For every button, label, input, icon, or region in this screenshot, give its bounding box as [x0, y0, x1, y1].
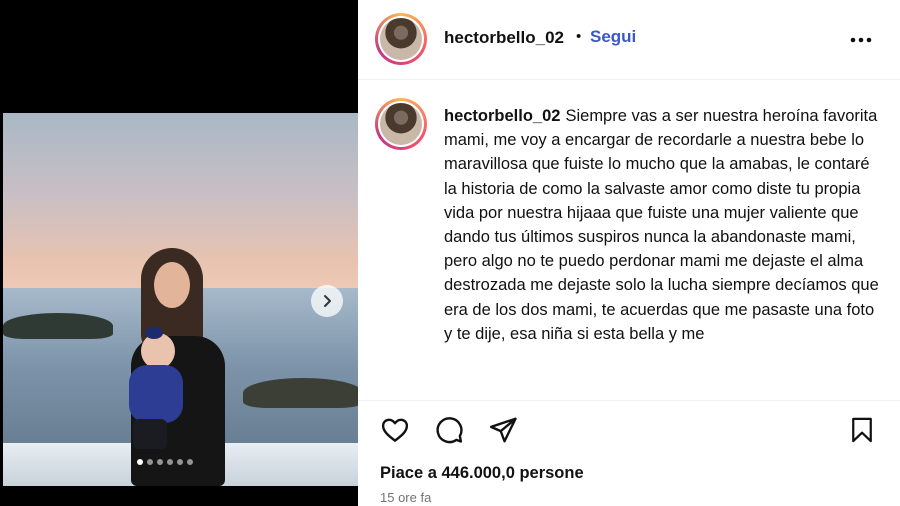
caption-avatar-ring-inner — [378, 101, 424, 147]
header-separator: • — [576, 28, 582, 45]
share-button[interactable] — [486, 413, 520, 447]
carousel-dot — [177, 459, 183, 465]
carousel-dot — [167, 459, 173, 465]
more-options-button[interactable] — [848, 28, 874, 52]
follow-button[interactable]: Segui — [590, 27, 636, 47]
avatar[interactable] — [375, 13, 427, 65]
carousel-dots — [137, 459, 193, 465]
caption-avatar[interactable] — [375, 98, 427, 150]
carousel-dot — [157, 459, 163, 465]
photo-rocks-left — [3, 313, 113, 339]
post-photo[interactable] — [3, 113, 358, 486]
photo-rocks-right — [243, 378, 358, 408]
caption-username[interactable]: hectorbello_02 — [444, 107, 560, 125]
caption-text: Siempre vas a ser nuestra heroína favori… — [444, 107, 879, 343]
bookmark-icon — [852, 417, 872, 443]
heart-icon — [381, 418, 409, 442]
carousel-dot — [147, 459, 153, 465]
like-button[interactable] — [378, 413, 412, 447]
avatar-ring-inner — [378, 16, 424, 62]
chevron-right-icon — [324, 295, 331, 307]
photo-baby-legs — [133, 419, 167, 449]
photo-baby — [123, 327, 183, 449]
send-icon — [489, 417, 517, 443]
action-bar — [358, 400, 900, 456]
save-button[interactable] — [845, 413, 879, 447]
caption-avatar-image — [380, 103, 422, 145]
photo-baby-head — [141, 333, 175, 369]
carousel-dot — [137, 459, 143, 465]
more-horizontal-icon — [850, 37, 872, 43]
avatar-image — [380, 18, 422, 60]
photo-baby-bow — [145, 327, 163, 339]
comment-button[interactable] — [432, 413, 466, 447]
likes-count[interactable]: Piace a 446.000,0 persone — [380, 464, 584, 483]
post-media — [0, 0, 358, 506]
photo-woman — [123, 248, 233, 486]
comment-icon — [436, 417, 463, 444]
post-panel: hectorbello_02 • Segui hectorbello_02 Sie… — [358, 0, 900, 506]
photo-woman-face — [154, 262, 190, 308]
post-caption: hectorbello_02 Siempre vas a ser nuestra … — [444, 104, 884, 388]
header-username[interactable]: hectorbello_02 — [444, 28, 564, 48]
carousel-dot — [187, 459, 193, 465]
post-timestamp[interactable]: 15 ore fa — [380, 490, 431, 505]
photo-baby-body — [129, 365, 183, 423]
carousel-next-button[interactable] — [311, 285, 343, 317]
post-header: hectorbello_02 • Segui — [358, 0, 900, 80]
